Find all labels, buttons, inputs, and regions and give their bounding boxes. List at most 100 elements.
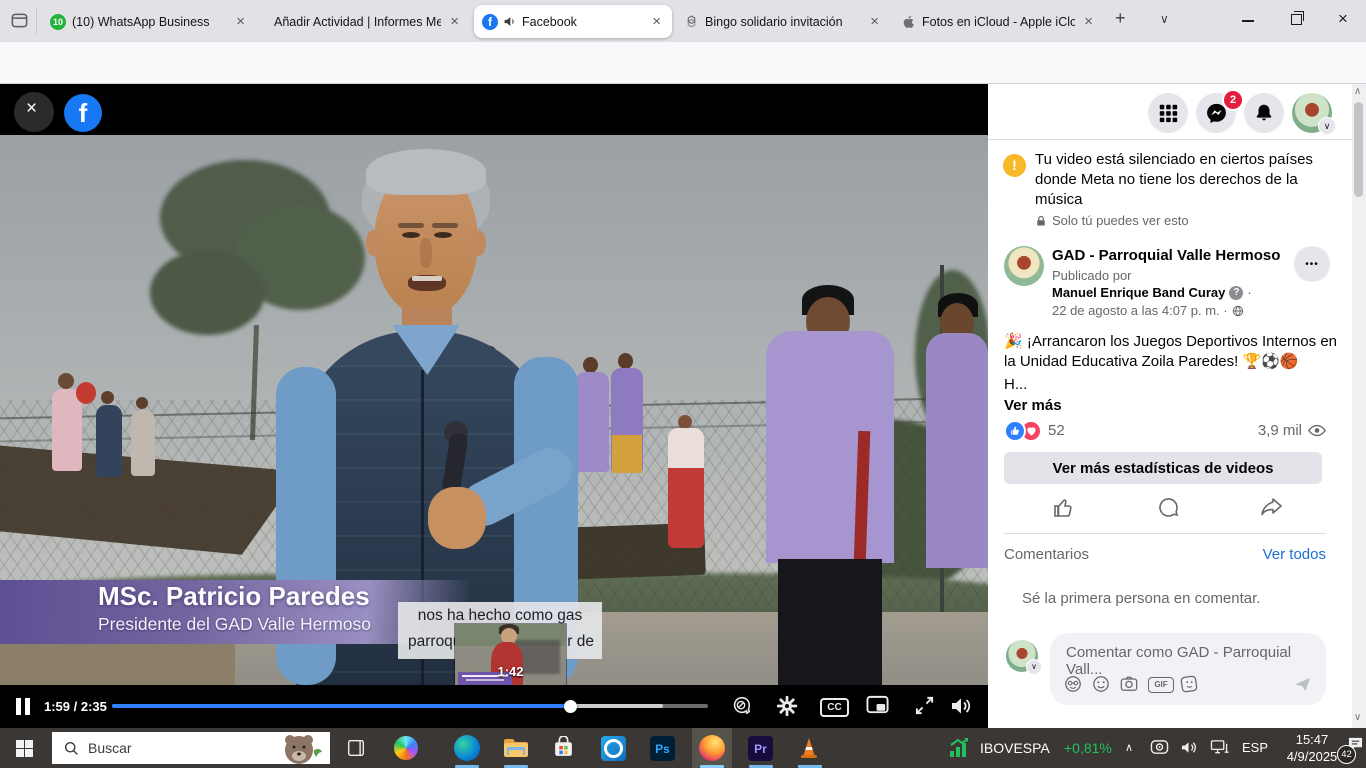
tab-title: (10) WhatsApp Business (72, 15, 227, 29)
edge-icon[interactable] (454, 735, 480, 761)
person-shorts (612, 435, 642, 473)
page-name[interactable]: GAD - Parroquial Valle Hermoso (1052, 247, 1280, 264)
volume-icon[interactable] (950, 695, 972, 722)
close-tab-icon[interactable]: × (447, 13, 462, 30)
volume-tray-icon[interactable] (1180, 739, 1199, 761)
balloon (76, 382, 96, 404)
sticker-icon[interactable] (1180, 675, 1198, 698)
seek-handle[interactable] (564, 700, 577, 713)
published-by-label: Publicado por (1052, 268, 1132, 283)
like-reaction-icon[interactable] (1004, 420, 1026, 442)
list-tabs-icon[interactable]: ∨ (1160, 12, 1169, 26)
close-tab-icon[interactable]: × (867, 13, 882, 30)
outlook-icon[interactable] (601, 736, 626, 761)
file-explorer-icon[interactable] (503, 738, 529, 763)
no-comments-text: Sé la primera persona en comentar. (1022, 590, 1260, 607)
see-more-link[interactable]: Ver más (1004, 397, 1062, 414)
settings-gear-icon[interactable] (776, 695, 798, 722)
tab-informes[interactable]: Añadir Actividad | Informes Mens × (260, 5, 470, 38)
new-tab-button[interactable]: + (1115, 8, 1126, 29)
microsoft-store-icon[interactable] (552, 736, 575, 764)
network-icon[interactable] (1210, 739, 1229, 761)
lock-icon (1035, 215, 1047, 227)
facebook-logo[interactable]: f (64, 94, 102, 132)
gif-icon[interactable]: GIF (1148, 677, 1174, 693)
pause-icon[interactable] (25, 698, 30, 715)
close-video-button[interactable]: × (14, 92, 54, 132)
person (131, 410, 155, 476)
reactions-count[interactable]: 52 (1048, 422, 1065, 439)
taskbar-search-box[interactable]: Buscar (52, 732, 330, 764)
tray-expand-icon[interactable]: ∧ (1125, 741, 1133, 754)
page-avatar[interactable] (1004, 246, 1044, 286)
clock[interactable]: 15:47 4/9/2025 (1278, 731, 1346, 765)
eye-icon (1308, 424, 1326, 437)
fullscreen-icon[interactable] (914, 695, 935, 721)
notification-count-badge: 42 (1337, 745, 1356, 764)
window-minimize-button[interactable] (1242, 20, 1254, 22)
post-more-button[interactable]: ••• (1294, 246, 1330, 282)
globe-icon (1232, 305, 1244, 317)
close-tab-icon[interactable]: × (233, 13, 248, 30)
subtitle-line1: nos ha hecho como gas (398, 607, 602, 625)
premiere-icon[interactable]: Pr (748, 736, 773, 761)
picture-in-picture-icon[interactable] (866, 695, 889, 720)
seek-bar[interactable] (112, 704, 708, 709)
page-scrollbar[interactable]: ∧ ∨ (1352, 84, 1366, 728)
start-button[interactable] (16, 740, 33, 757)
speaker-role-caption: Presidente del GAD Valle Hermoso (98, 614, 371, 635)
scroll-down-icon[interactable]: ∨ (1354, 712, 1361, 723)
task-view-button[interactable] (346, 738, 366, 763)
seek-played (112, 704, 570, 708)
comments-disabled-icon[interactable] (730, 695, 752, 722)
window-restore-button[interactable] (1291, 14, 1302, 25)
post-truncated: H... (1004, 376, 1027, 393)
speaker-hair (366, 149, 486, 195)
comment-composer[interactable]: Comentar como GAD - Parroquial Vall... G… (1050, 633, 1326, 705)
emoji-icon[interactable] (1092, 675, 1110, 698)
firefox-view-icon[interactable] (10, 11, 29, 35)
send-comment-icon[interactable] (1293, 675, 1312, 699)
seek-buffered (570, 704, 663, 708)
tab-whatsapp[interactable]: 10 (10) WhatsApp Business × (42, 5, 256, 38)
notifications-button[interactable] (1244, 93, 1284, 133)
post-date[interactable]: 22 de agosto a las 4:07 p. m. · (1052, 303, 1244, 318)
apps-menu-button[interactable] (1148, 93, 1188, 133)
share-button[interactable] (1260, 496, 1284, 525)
camera-icon[interactable] (1120, 675, 1138, 697)
tab-audio-icon[interactable] (503, 15, 516, 28)
avatar-sticker-icon[interactable] (1064, 675, 1082, 698)
pause-icon[interactable] (16, 698, 21, 715)
see-all-comments-link[interactable]: Ver todos (1263, 546, 1326, 563)
vlc-icon[interactable] (797, 736, 821, 765)
video-stats-button[interactable]: Ver más estadísticas de videos (1004, 452, 1322, 484)
person-head (101, 391, 114, 404)
scrollbar-thumb[interactable] (1354, 102, 1363, 197)
like-button[interactable] (1052, 496, 1076, 525)
copilot-icon[interactable] (394, 736, 418, 760)
stocks-widget-icon[interactable] (948, 737, 972, 764)
apple-favicon (902, 15, 916, 29)
messenger-button[interactable]: 2 (1196, 93, 1236, 133)
profile-avatar[interactable]: ∨ (1292, 93, 1332, 133)
language-indicator[interactable]: ESP (1242, 740, 1268, 755)
tab-facebook-active[interactable]: f Facebook × (474, 5, 672, 38)
video-frame[interactable]: MSc. Patricio Paredes Presidente del GAD… (0, 135, 988, 685)
close-tab-icon[interactable]: × (1081, 13, 1096, 30)
author-row[interactable]: Manuel Enrique Band Curay ? · (1052, 285, 1252, 300)
composer-placeholder[interactable]: Comentar como GAD - Parroquial Vall... (1066, 644, 1326, 678)
close-tab-icon[interactable]: × (649, 13, 664, 30)
chevron-down-icon: ∨ (1318, 117, 1336, 135)
webcam-icon[interactable] (1150, 739, 1169, 761)
closed-captions-icon[interactable]: CC (820, 698, 849, 717)
composer-avatar[interactable]: ∨ (1006, 640, 1038, 672)
comment-button[interactable] (1156, 496, 1180, 525)
firefox-active-slot[interactable] (692, 728, 732, 768)
scroll-up-icon[interactable]: ∧ (1354, 86, 1361, 97)
tab-icloud[interactable]: Fotos en iCloud - Apple iClou × (894, 5, 1104, 38)
stock-ticker-change[interactable]: +0,81% (1064, 740, 1112, 756)
photoshop-icon[interactable]: Ps (650, 736, 675, 761)
window-close-button[interactable]: × (1338, 9, 1348, 29)
stock-ticker-name[interactable]: IBOVESPA (980, 740, 1050, 756)
tab-bingo[interactable]: Bingo solidario invitación × (676, 5, 890, 38)
